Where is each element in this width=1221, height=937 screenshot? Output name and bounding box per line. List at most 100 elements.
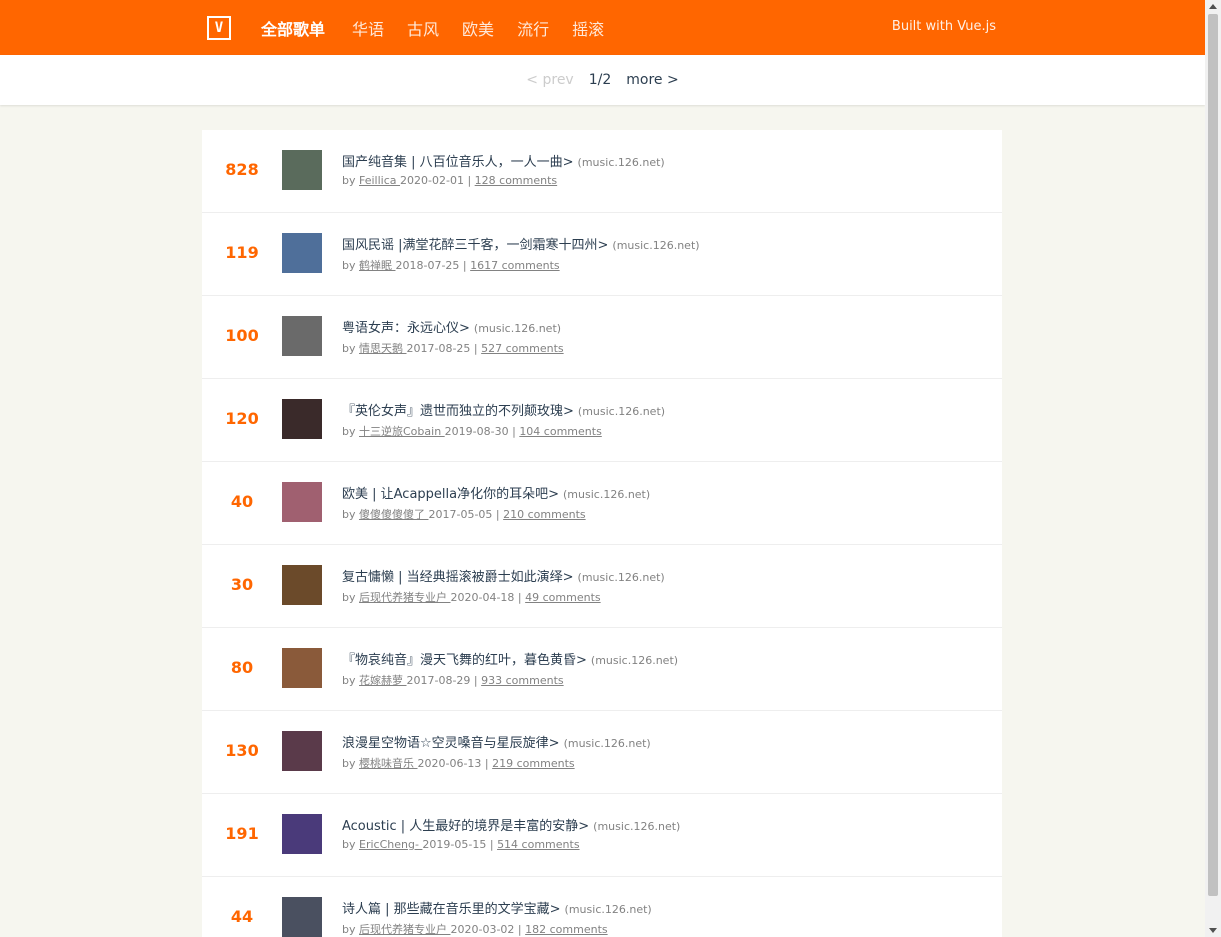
- scrollbar[interactable]: [1205, 0, 1221, 937]
- item-title-line: 浪漫星空物语☆空灵嗓音与星辰旋律> (music.126.net): [342, 732, 651, 751]
- item-title-link[interactable]: 诗人篇 | 那些藏在音乐里的文学宝藏>: [342, 902, 561, 917]
- item-title-link[interactable]: 欧美 | 让Acappella净化你的耳朵吧>: [342, 487, 559, 502]
- item-comments-link[interactable]: 128 comments: [475, 174, 557, 187]
- item-by-label: by: [342, 174, 356, 187]
- item-meta: by 樱桃味音乐 2020-06-13 | 219 comments: [342, 755, 575, 771]
- nav-all-playlists[interactable]: 全部歌单: [261, 20, 325, 39]
- item-score: 30: [230, 575, 254, 594]
- item-date: 2020-02-01 |: [400, 174, 472, 187]
- item-meta: by EricCheng- 2019-05-15 | 514 comments: [342, 838, 580, 851]
- item-date: 2017-08-25 |: [406, 342, 478, 355]
- item-date: 2020-03-02 |: [450, 923, 522, 936]
- item-comments-link[interactable]: 219 comments: [492, 757, 574, 770]
- item-author-link[interactable]: 后现代养猪专业户: [359, 923, 451, 936]
- item-score: 120: [225, 409, 259, 428]
- scroll-up-icon[interactable]: [1209, 4, 1217, 9]
- item-host: (music.126.net): [473, 322, 562, 335]
- scroll-thumb[interactable]: [1208, 14, 1218, 896]
- item-title-link[interactable]: 『物哀纯音』漫天飞舞的红叶，暮色黄昏>: [342, 653, 587, 668]
- item-score: 100: [225, 326, 259, 345]
- playlist-cover-thumbnail[interactable]: [282, 150, 322, 190]
- item-by-label: by: [342, 757, 356, 770]
- item-author-link[interactable]: 鹤禅眠: [359, 259, 396, 272]
- item-comments-link[interactable]: 104 comments: [519, 425, 601, 438]
- list-item: 119 国风民谣 |满堂花醉三千客，一剑霜寒十四州> (music.126.net…: [202, 213, 1002, 296]
- nav-ancient-style[interactable]: 古风: [407, 20, 439, 39]
- item-meta: by Feillica 2020-02-01 | 128 comments: [342, 174, 557, 187]
- item-score: 191: [225, 824, 259, 843]
- built-with-link[interactable]: Built with Vue.js: [892, 19, 996, 34]
- playlist-list: 828 国产纯音集 | 八百位音乐人，一人一曲> (music.126.net) …: [202, 130, 1002, 937]
- item-title-line: 欧美 | 让Acappella净化你的耳朵吧> (music.126.net): [342, 483, 650, 502]
- item-comments-link[interactable]: 182 comments: [525, 923, 607, 936]
- item-score: 80: [230, 658, 254, 677]
- playlist-cover-thumbnail[interactable]: [282, 482, 322, 522]
- item-comments-link[interactable]: 933 comments: [481, 674, 563, 687]
- list-item: 30 复古慵懒 | 当经典摇滚被爵士如此演绎> (music.126.net) b…: [202, 545, 1002, 628]
- item-author-link[interactable]: 情思天鹅: [359, 342, 407, 355]
- item-title-link[interactable]: 粤语女声：永远心仪>: [342, 321, 470, 336]
- item-title-link[interactable]: 国产纯音集 | 八百位音乐人，一人一曲>: [342, 155, 574, 170]
- prev-button: < prev: [526, 72, 574, 88]
- item-host: (music.126.net): [612, 239, 700, 252]
- playlist-cover-thumbnail[interactable]: [282, 648, 322, 688]
- playlist-cover-thumbnail[interactable]: [282, 731, 322, 771]
- nav-western[interactable]: 欧美: [462, 20, 494, 39]
- item-meta: by 后现代养猪专业户 2020-03-02 | 182 comments: [342, 921, 608, 937]
- item-date: 2019-05-15 |: [422, 838, 494, 851]
- scroll-down-icon[interactable]: [1209, 928, 1217, 933]
- item-by-label: by: [342, 838, 356, 851]
- item-author-link[interactable]: 十三逆旅Cobain: [359, 425, 445, 438]
- item-date: 2019-08-30 |: [444, 425, 516, 438]
- playlist-cover-thumbnail[interactable]: [282, 233, 322, 273]
- item-title-line: 『英伦女声』遗世而独立的不列颠玫瑰> (music.126.net): [342, 400, 665, 419]
- more-button[interactable]: more >: [626, 72, 678, 88]
- item-meta: by 傻傻傻傻傻了 2017-05-05 | 210 comments: [342, 506, 586, 522]
- playlist-cover-thumbnail[interactable]: [282, 814, 322, 854]
- item-host: (music.126.net): [564, 903, 652, 916]
- item-by-label: by: [342, 508, 356, 521]
- item-date: 2020-04-18 |: [450, 591, 522, 604]
- item-host: (music.126.net): [563, 737, 651, 750]
- item-author-link[interactable]: EricCheng-: [359, 838, 422, 851]
- item-title-link[interactable]: 复古慵懒 | 当经典摇滚被爵士如此演绎>: [342, 570, 574, 585]
- list-item: 130 浪漫星空物语☆空灵嗓音与星辰旋律> (music.126.net) by …: [202, 711, 1002, 794]
- item-author-link[interactable]: 傻傻傻傻傻了: [359, 508, 429, 521]
- item-meta: by 后现代养猪专业户 2020-04-18 | 49 comments: [342, 589, 601, 605]
- list-item: 191 Acoustic | 人生最好的境界是丰富的安静> (music.126.…: [202, 794, 1002, 877]
- item-host: (music.126.net): [577, 156, 665, 169]
- item-by-label: by: [342, 342, 356, 355]
- playlist-cover-thumbnail[interactable]: [282, 565, 322, 605]
- item-comments-link[interactable]: 514 comments: [497, 838, 579, 851]
- playlist-cover-thumbnail[interactable]: [282, 897, 322, 937]
- item-host: (music.126.net): [590, 654, 679, 667]
- item-title-link[interactable]: 国风民谣 |满堂花醉三千客，一剑霜寒十四州>: [342, 238, 608, 253]
- item-date: 2018-07-25 |: [395, 259, 467, 272]
- item-by-label: by: [342, 591, 356, 604]
- nav-chinese[interactable]: 华语: [352, 20, 384, 39]
- item-date: 2017-05-05 |: [428, 508, 500, 521]
- item-title-line: Acoustic | 人生最好的境界是丰富的安静> (music.126.net): [342, 815, 680, 834]
- item-meta: by 花嫁赫萝 2017-08-29 | 933 comments: [342, 672, 564, 688]
- list-item: 40 欧美 | 让Acappella净化你的耳朵吧> (music.126.net…: [202, 462, 1002, 545]
- item-author-link[interactable]: 樱桃味音乐: [359, 757, 418, 770]
- item-comments-link[interactable]: 49 comments: [525, 591, 601, 604]
- playlist-cover-thumbnail[interactable]: [282, 316, 322, 356]
- vue-logo-icon[interactable]: V: [207, 15, 231, 40]
- playlist-cover-thumbnail[interactable]: [282, 399, 322, 439]
- item-by-label: by: [342, 425, 356, 438]
- item-author-link[interactable]: Feillica: [359, 174, 400, 187]
- item-author-link[interactable]: 花嫁赫萝: [359, 674, 407, 687]
- item-comments-link[interactable]: 210 comments: [503, 508, 585, 521]
- nav-rock[interactable]: 摇滚: [572, 20, 604, 39]
- item-comments-link[interactable]: 1617 comments: [470, 259, 559, 272]
- item-title-link[interactable]: Acoustic | 人生最好的境界是丰富的安静>: [342, 819, 589, 834]
- item-title-line: 『物哀纯音』漫天飞舞的红叶，暮色黄昏> (music.126.net): [342, 649, 678, 668]
- item-by-label: by: [342, 923, 356, 936]
- item-comments-link[interactable]: 527 comments: [481, 342, 563, 355]
- item-author-link[interactable]: 后现代养猪专业户: [359, 591, 451, 604]
- nav-pop[interactable]: 流行: [517, 20, 549, 39]
- item-date: 2017-08-29 |: [406, 674, 478, 687]
- item-title-link[interactable]: 『英伦女声』遗世而独立的不列颠玫瑰>: [342, 404, 574, 419]
- item-title-link[interactable]: 浪漫星空物语☆空灵嗓音与星辰旋律>: [342, 736, 560, 751]
